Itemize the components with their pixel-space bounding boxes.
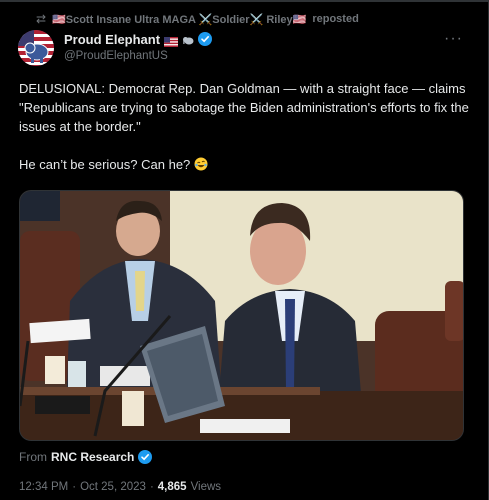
tweet-paragraph-2: He can’t be serious? Can he? — [19, 157, 191, 172]
us-flag-icon — [164, 34, 179, 47]
author-block: Proud Elephant @ProudElephantUS — [64, 30, 213, 62]
tweet-media-video[interactable] — [19, 190, 464, 441]
hearing-room-video-icon — [20, 191, 463, 440]
repost-action: reposted — [312, 13, 359, 25]
tweet-paragraph-1: DELUSIONAL: Democrat Rep. Dan Goldman — … — [19, 81, 469, 134]
meta-separator: · — [72, 481, 77, 493]
author-handle[interactable]: @ProudElephantUS — [64, 50, 212, 62]
elephant-emoji-icon — [182, 33, 194, 45]
rolling-on-floor-laughing-emoji-icon — [194, 157, 208, 171]
attribution-source[interactable]: RNC Research — [51, 450, 134, 464]
tweet-meta: 12:34 PM · Oct 25, 2023 · 4,865 Views — [19, 479, 221, 495]
tweet-text: DELUSIONAL: Democrat Rep. Dan Goldman — … — [19, 79, 469, 174]
views-count: 4,865 — [157, 481, 187, 493]
avatar[interactable] — [18, 30, 54, 66]
repost-icon: ⇄ — [36, 12, 47, 26]
verified-badge-icon — [138, 450, 153, 464]
tweet-paragraph-2-container: He can’t be serious? Can he? — [19, 155, 469, 174]
repost-context: ⇄ 🇺🇸Scott Insane Ultra MAGA ⚔️Soldier⚔️ … — [36, 10, 359, 28]
top-divider — [0, 0, 489, 2]
tweet-date[interactable]: Oct 25, 2023 — [80, 481, 146, 493]
attribution-prefix: From — [19, 450, 47, 464]
views-label: Views — [190, 481, 222, 493]
author-display-name[interactable]: Proud Elephant — [64, 32, 160, 47]
media-attribution: From RNC Research — [19, 448, 153, 466]
more-options-button[interactable]: ··· — [444, 30, 463, 48]
tweet-time[interactable]: 12:34 PM — [19, 481, 68, 493]
verified-badge-icon — [198, 32, 213, 46]
elephant-flag-avatar-icon — [18, 30, 54, 66]
reposter-name[interactable]: 🇺🇸Scott Insane Ultra MAGA ⚔️Soldier⚔️ Ri… — [52, 13, 306, 26]
meta-separator: · — [149, 481, 154, 493]
